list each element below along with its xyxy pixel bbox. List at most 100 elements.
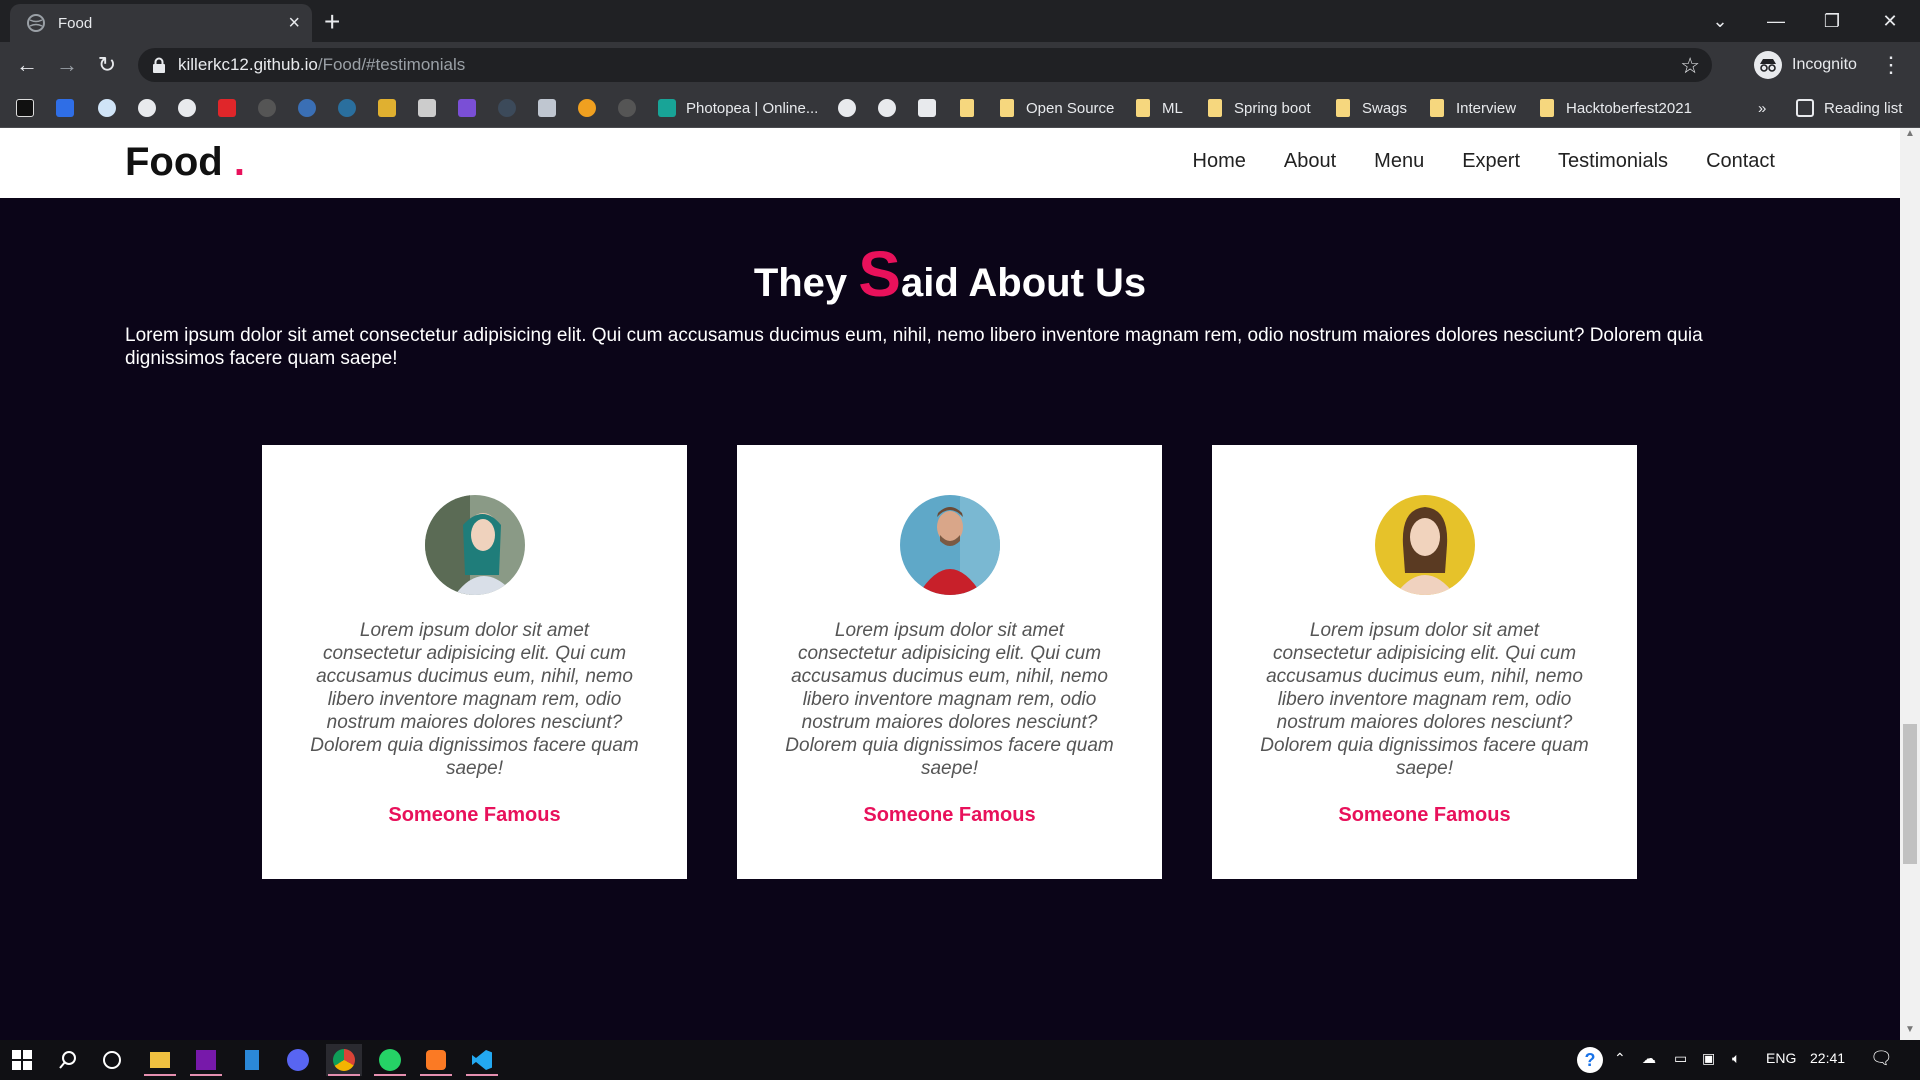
notes-app-icon[interactable] (234, 1044, 270, 1076)
site-header: Food . Home About Menu Expert Testimonia… (0, 128, 1900, 198)
search-icon[interactable] (50, 1044, 86, 1076)
scroll-down-arrow-icon[interactable]: ▼ (1900, 1024, 1920, 1040)
close-tab-icon[interactable]: × (288, 13, 300, 33)
bookmark-dots-icon[interactable] (338, 96, 366, 120)
folder-icon (1540, 99, 1554, 117)
nav-contact[interactable]: Contact (1706, 150, 1775, 173)
testimonial-card: Lorem ipsum dolor sit amet consectetur a… (262, 445, 687, 879)
nav-menu[interactable]: Menu (1374, 150, 1424, 173)
bookmark-github-icon-2[interactable] (838, 96, 866, 120)
volume-icon[interactable]: 🔈︎ (1732, 1050, 1740, 1067)
tab-title: Food (58, 14, 93, 32)
scroll-thumb[interactable] (1903, 724, 1917, 864)
bookmark-folder-empty[interactable] (960, 96, 986, 120)
show-hidden-icons-icon[interactable]: ⌃ (1614, 1050, 1626, 1067)
url-path: /Food/#testimonials (317, 55, 466, 74)
forward-arrow-icon[interactable]: → (52, 50, 82, 80)
nav-expert[interactable]: Expert (1462, 150, 1520, 173)
bookmark-shield-icon[interactable] (538, 96, 566, 120)
bookmark-globe-icon-2[interactable] (878, 96, 906, 120)
nav-testimonials[interactable]: Testimonials (1558, 150, 1668, 173)
logo-text: Food (125, 140, 223, 184)
reload-icon[interactable]: ↻ (92, 50, 122, 80)
bookmark-icon-3[interactable] (98, 96, 126, 120)
bookmark-cg-icon[interactable] (458, 96, 486, 120)
bookmark-cloud-icon[interactable] (298, 96, 326, 120)
bookmark-icon-1[interactable] (16, 96, 44, 120)
folder-icon (1430, 99, 1444, 117)
xampp-icon[interactable] (418, 1044, 454, 1076)
onedrive-icon[interactable]: ☁ (1642, 1050, 1656, 1067)
tab-search-icon[interactable]: ⌄ (1700, 6, 1740, 36)
bookmark-folder-interview[interactable]: Interview (1430, 96, 1516, 120)
site-logo[interactable]: Food . (125, 140, 245, 185)
bookmark-sun-icon[interactable] (578, 96, 606, 120)
bookmark-dark-icon[interactable] (498, 96, 526, 120)
bookmark-folder-hacktoberfest[interactable]: Hacktoberfest2021 (1540, 96, 1692, 120)
testimonial-quote: Lorem ipsum dolor sit amet consectetur a… (785, 620, 1114, 779)
testimonial-card: Lorem ipsum dolor sit amet consectetur a… (1212, 445, 1637, 879)
globe-icon (27, 14, 45, 32)
bookmark-label: Open Source (1026, 99, 1115, 117)
url-host: killerkc12.github.io (178, 55, 318, 74)
main-nav: Home About Menu Expert Testimonials Cont… (1193, 150, 1775, 173)
bookmark-photopea[interactable]: Photopea | Online... (658, 96, 818, 120)
menu-kebab-icon[interactable]: ⋮ (1880, 52, 1902, 78)
browser-tab-strip: Food × + ⌄ — ❐ ✕ (0, 0, 1920, 42)
incognito-profile[interactable]: Incognito (1754, 50, 1857, 80)
photopea-icon (658, 99, 676, 117)
discord-icon[interactable] (280, 1044, 316, 1076)
bookmark-trello-icon[interactable] (918, 96, 946, 120)
onenote-icon[interactable] (188, 1044, 224, 1076)
back-arrow-icon[interactable]: ← (12, 50, 42, 80)
restore-icon[interactable]: ❐ (1812, 6, 1852, 36)
bookmark-github-dim-icon[interactable] (258, 96, 286, 120)
vscode-icon[interactable] (464, 1044, 500, 1076)
testimonial-name: Someone Famous (1338, 804, 1511, 826)
bookmark-folder-open-source[interactable]: Open Source (1000, 96, 1114, 120)
bookmark-avatar-icon[interactable] (418, 96, 446, 120)
section-title: They Said About Us (0, 242, 1900, 306)
nav-home[interactable]: Home (1193, 150, 1246, 173)
page-scrollbar[interactable]: ▲ ▼ (1900, 128, 1920, 1040)
chrome-icon[interactable] (326, 1044, 362, 1076)
section-description: Lorem ipsum dolor sit amet consectetur a… (125, 325, 1703, 369)
notifications-icon[interactable]: 🗨︎ (1870, 1048, 1893, 1069)
bookmark-folder-ml[interactable]: ML (1136, 96, 1183, 120)
bookmark-star-icon[interactable]: ☆ (1680, 53, 1700, 79)
scroll-up-arrow-icon[interactable]: ▲ (1900, 128, 1920, 144)
close-window-icon[interactable]: ✕ (1870, 6, 1910, 36)
bookmarks-overflow-button[interactable]: » (1758, 96, 1766, 120)
bookmark-folder-spring-boot[interactable]: Spring boot (1208, 96, 1311, 120)
minimize-icon[interactable]: — (1756, 6, 1796, 36)
language-indicator[interactable]: ENG (1766, 1050, 1796, 1066)
bookmark-pdf-icon[interactable] (218, 96, 246, 120)
file-explorer-icon[interactable] (142, 1044, 178, 1076)
bookmark-globe-icon[interactable] (138, 96, 166, 120)
folder-icon (1336, 99, 1350, 117)
bookmark-folder-swags[interactable]: Swags (1336, 96, 1407, 120)
bookmark-github-dim-icon-2[interactable] (618, 96, 646, 120)
start-windows-icon[interactable] (4, 1044, 40, 1076)
reading-list-button[interactable]: Reading list (1796, 96, 1902, 120)
avatar (1374, 495, 1475, 595)
help-icon[interactable]: ? (1572, 1044, 1608, 1076)
address-bar[interactable]: killerkc12.github.io /Food/#testimonials… (138, 48, 1712, 82)
testimonial-name: Someone Famous (863, 804, 1036, 826)
bookmark-label: Swags (1362, 99, 1408, 117)
browser-tab-food[interactable]: Food × (10, 4, 312, 42)
clock[interactable]: 22:41 (1810, 1050, 1845, 1066)
bookmark-label: ML (1162, 99, 1183, 117)
folder-icon (1208, 99, 1222, 117)
network-icon[interactable]: ▣ (1702, 1050, 1715, 1067)
new-tab-button[interactable]: + (324, 8, 340, 36)
bookmark-brush-icon[interactable] (378, 96, 406, 120)
avatar (899, 495, 1000, 595)
task-view-icon[interactable] (94, 1044, 130, 1076)
bookmark-github-icon[interactable] (178, 96, 206, 120)
bookmark-icon-2[interactable] (56, 96, 84, 120)
bookmark-label: Photopea | Online... (686, 99, 819, 117)
nav-about[interactable]: About (1284, 150, 1336, 173)
battery-icon[interactable]: ▭ (1674, 1050, 1687, 1067)
whatsapp-icon[interactable] (372, 1044, 408, 1076)
